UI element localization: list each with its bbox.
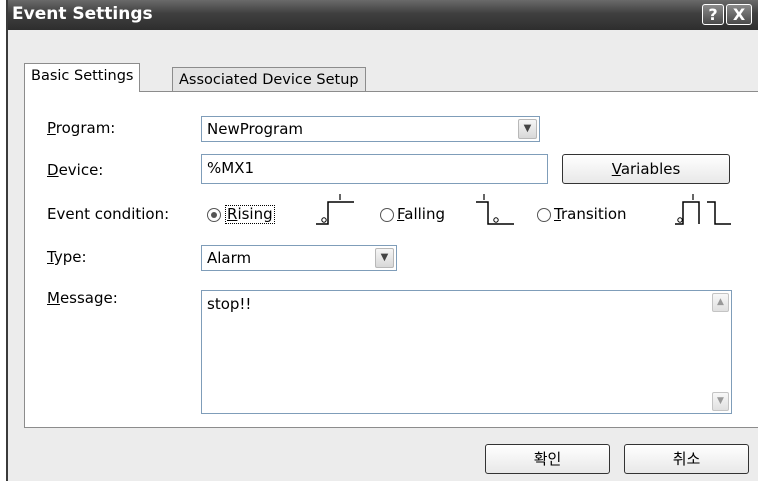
message-textarea[interactable]: stop!! ▲ ▼ [201,290,732,414]
chevron-down-icon[interactable]: ▼ [518,119,537,139]
transition-edge-icon [675,194,731,225]
tab-basic-settings[interactable]: Basic Settings [24,63,141,92]
type-label: Type: [47,248,87,266]
close-button[interactable]: X [726,4,752,25]
radio-falling[interactable] [380,208,394,222]
close-icon: X [732,5,746,24]
tab-label: Associated Device Setup [179,72,359,88]
tab-label: Basic Settings [31,68,134,84]
falling-edge-icon [476,194,514,225]
help-button[interactable]: ? [702,4,724,25]
device-value: %MX1 [207,159,255,177]
help-icon: ? [708,5,718,24]
chevron-down-icon[interactable]: ▼ [375,248,394,268]
tab-associated-device-setup[interactable]: Associated Device Setup [172,67,366,93]
event-condition-label: Event condition: [47,205,170,223]
variables-button[interactable]: Variables [562,154,730,184]
event-settings-dialog: Event Settings ? X Basic Settings Associ… [6,0,758,481]
radio-transition[interactable] [537,208,551,222]
scroll-down-icon[interactable]: ▼ [712,392,729,411]
cancel-button[interactable]: 취소 [624,444,749,474]
window-title: Event Settings [12,4,153,24]
type-value: Alarm [207,249,252,267]
device-label: Device: [47,161,104,179]
program-label: Program: [47,119,116,137]
device-input[interactable]: %MX1 [201,154,548,184]
ok-label: 확인 [533,450,562,468]
message-value: stop!! [207,295,252,313]
scroll-up-icon[interactable]: ▲ [712,293,729,312]
type-select[interactable]: Alarm ▼ [201,245,397,271]
basic-settings-panel: Program: NewProgram ▼ Device: %MX1 Varia… [24,91,758,428]
program-value: NewProgram [207,120,304,138]
cancel-label: 취소 [672,450,701,468]
transition-label[interactable]: Transition [554,205,627,223]
program-select[interactable]: NewProgram ▼ [201,116,540,142]
rising-edge-icon [316,194,354,225]
radio-rising[interactable] [207,208,221,222]
rising-label[interactable]: Rising [225,205,275,224]
ok-button[interactable]: 확인 [485,444,610,474]
message-label: Message: [47,289,118,307]
title-bar: Event Settings ? X [8,0,758,30]
falling-label[interactable]: Falling [397,205,445,223]
